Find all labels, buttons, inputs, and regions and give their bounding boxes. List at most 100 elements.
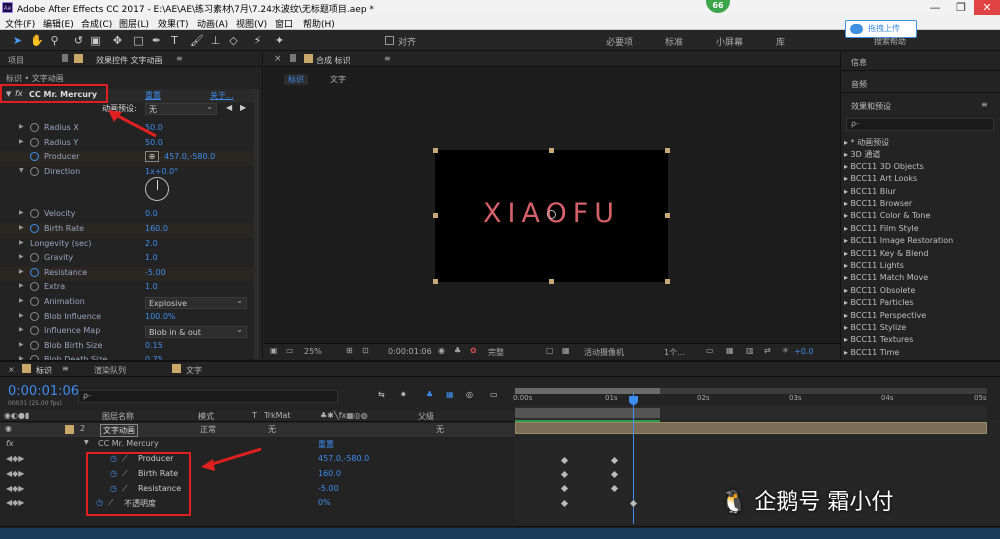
keyframe-nav-icon[interactable]: ◀◆▶ <box>6 498 24 507</box>
effects-category-item[interactable]: ▸ BCC11 Time <box>844 348 899 357</box>
effects-category-item[interactable]: ▸ BCC11 Stylize <box>844 323 906 332</box>
workspace-library[interactable]: 库 <box>776 35 785 48</box>
fast-preview-icon[interactable]: ▦ <box>726 346 734 355</box>
draft-3d-icon[interactable]: ✷ <box>400 390 407 399</box>
pen-tool-icon[interactable]: ✒ <box>150 34 163 47</box>
expand-triangle-icon[interactable]: ▼ <box>84 439 89 446</box>
pan-behind-tool-icon[interactable]: ✥ <box>111 34 124 47</box>
search-help-input[interactable]: 搜索帮助 <box>874 36 906 47</box>
menu-help[interactable]: 帮助(H) <box>303 17 335 30</box>
puppet-pin-tool-icon[interactable]: ✦ <box>273 34 286 47</box>
menu-view[interactable]: 视图(V) <box>236 17 267 30</box>
timeline-menu-icon[interactable]: ≡ <box>62 364 69 373</box>
expand-triangle-icon[interactable]: ▶ <box>19 326 24 333</box>
timeline-property-value[interactable]: 0% <box>318 498 331 507</box>
property-row-blob-birth-size[interactable]: ▶ Blob Birth Size 0.15 <box>0 340 258 355</box>
col-mode[interactable]: 模式 <box>198 411 214 422</box>
viewer-timecode[interactable]: 0:00:01:06 <box>388 347 432 356</box>
expand-triangle-icon[interactable]: ▶ <box>19 224 24 231</box>
stopwatch-icon[interactable] <box>30 326 39 336</box>
property-row-blob-influence[interactable]: ▶ Blob Influence 100.0% <box>0 311 258 326</box>
stopwatch-icon[interactable] <box>30 340 39 350</box>
transform-handle[interactable] <box>665 213 670 218</box>
property-row-extra[interactable]: ▶ Extra 1.0 <box>0 281 258 296</box>
audio-panel-tab[interactable]: 音频 <box>851 79 867 90</box>
comp-breadcrumb-active[interactable]: 标识 <box>284 74 308 85</box>
layer-duration-bar[interactable] <box>515 422 987 434</box>
comp-breadcrumb-other[interactable]: 文字 <box>330 74 346 85</box>
expand-triangle-icon[interactable]: ▶ <box>19 341 24 348</box>
rectangle-tool-icon[interactable]: □ <box>132 34 145 47</box>
snapshot-icon[interactable]: ◉ <box>438 346 445 355</box>
tab-effect-controls[interactable]: 效果控件 文字动画 <box>96 55 163 66</box>
minimize-button[interactable]: — <box>922 0 948 15</box>
layer-mode-select[interactable]: 正常 <box>200 424 216 435</box>
property-value[interactable]: 2.0 <box>145 239 158 248</box>
clone-stamp-tool-icon[interactable]: ⊥ <box>209 34 222 47</box>
effects-menu-icon[interactable]: ≡ <box>981 100 988 109</box>
effects-category-item[interactable]: ▸ BCC11 Perspective <box>844 311 926 320</box>
timeline-timecode[interactable]: 0:00:01:06 <box>8 384 79 399</box>
layer-row[interactable]: ◉ 2 文字动画 正常 无 无 <box>0 423 515 437</box>
timeline-link-icon[interactable]: ▥ <box>746 346 754 355</box>
effects-search-input[interactable]: ρ- <box>846 118 994 131</box>
property-row-animation[interactable]: ▶ Animation Explosive <box>0 295 258 311</box>
preview-icon[interactable]: ▣ <box>270 346 278 355</box>
effects-category-item[interactable]: ▸ BCC11 Key & Blend <box>844 249 928 258</box>
direction-dial[interactable] <box>145 177 169 201</box>
property-value[interactable]: 100.0% <box>145 312 176 321</box>
property-value[interactable]: 160.0 <box>145 224 168 233</box>
panel-menu-icon[interactable]: ≡ <box>176 54 183 63</box>
zoom-select[interactable]: 25% <box>304 347 322 356</box>
panel-scrollbar[interactable] <box>254 89 259 359</box>
effects-presets-title[interactable]: 效果和预设 <box>851 101 891 112</box>
property-row-direction[interactable]: ▼ Direction 1x+0.0° <box>0 166 258 181</box>
label-color-icon[interactable] <box>65 425 74 434</box>
brush-tool-icon[interactable]: 🖌 <box>190 34 204 47</box>
expand-triangle-icon[interactable]: ▶ <box>19 239 24 246</box>
workspace-small-screen[interactable]: 小屏幕 <box>716 35 743 48</box>
timeline-property-row[interactable]: ◀◆▶ ◷ ⟋ Resistance -5.00 <box>0 483 515 498</box>
tab-composition[interactable]: 合成 标识 <box>316 55 351 66</box>
stopwatch-icon[interactable] <box>30 152 39 162</box>
effects-category-item[interactable]: ▸ BCC11 Obsolete <box>844 286 915 295</box>
stopwatch-icon[interactable] <box>30 209 39 219</box>
effects-category-item[interactable]: ▸ BCC11 Image Restoration <box>844 236 953 245</box>
property-row-longevity-sec-[interactable]: ▶ Longevity (sec) 2.0 <box>0 238 258 253</box>
views-select[interactable]: 1个... <box>664 347 685 358</box>
stopwatch-icon[interactable] <box>30 267 39 277</box>
layer-name[interactable]: 文字动画 <box>100 424 138 437</box>
roto-brush-tool-icon[interactable]: ⚡ <box>251 34 264 47</box>
exposure-icon[interactable]: ✳ <box>782 346 789 355</box>
rotate-tool-icon[interactable]: ↺ <box>72 34 85 47</box>
comp-menu-icon[interactable]: ≡ <box>384 54 391 63</box>
effects-category-item[interactable]: ▸ BCC11 Match Move <box>844 273 928 282</box>
property-value[interactable]: 1.0 <box>145 282 158 291</box>
preset-prev-icon[interactable]: ◀ <box>226 103 232 112</box>
preset-next-icon[interactable]: ▶ <box>240 103 246 112</box>
toggle-pixel-icon[interactable]: ▭ <box>706 346 714 355</box>
stopwatch-icon[interactable] <box>30 253 39 263</box>
stopwatch-icon[interactable] <box>30 224 39 233</box>
exposure-value[interactable]: +0.0 <box>794 347 813 356</box>
hand-tool-icon[interactable]: ✋ <box>30 34 44 47</box>
stopwatch-icon[interactable] <box>30 282 39 292</box>
effects-category-item[interactable]: ▸ BCC11 Lights <box>844 261 904 270</box>
stopwatch-icon[interactable] <box>30 311 39 321</box>
stopwatch-icon[interactable] <box>30 166 39 176</box>
camera-tool-icon[interactable]: ▣ <box>89 34 102 47</box>
keyframe-nav-icon[interactable]: ◀◆▶ <box>6 484 24 493</box>
effects-category-item[interactable]: ▸ BCC11 3D Objects <box>844 162 924 171</box>
effects-category-item[interactable]: ▸ 3D 通道 <box>844 149 880 160</box>
visibility-icon[interactable]: ◉ <box>5 424 12 433</box>
property-row-influence-map[interactable]: ▶ Influence Map Blob in & out <box>0 324 258 340</box>
comp-lock-icon[interactable] <box>290 54 296 62</box>
tab-project[interactable]: 项目 <box>8 55 24 66</box>
close-tab-icon[interactable]: × <box>274 54 282 64</box>
type-tool-icon[interactable]: T <box>168 34 181 47</box>
expand-triangle-icon[interactable]: ▶ <box>19 123 24 130</box>
graph-editor-icon[interactable]: ▭ <box>490 390 498 399</box>
info-panel-tab[interactable]: 信息 <box>851 57 867 68</box>
monitor-icon[interactable]: ▭ <box>286 346 294 355</box>
snap-checkbox[interactable] <box>385 36 394 45</box>
